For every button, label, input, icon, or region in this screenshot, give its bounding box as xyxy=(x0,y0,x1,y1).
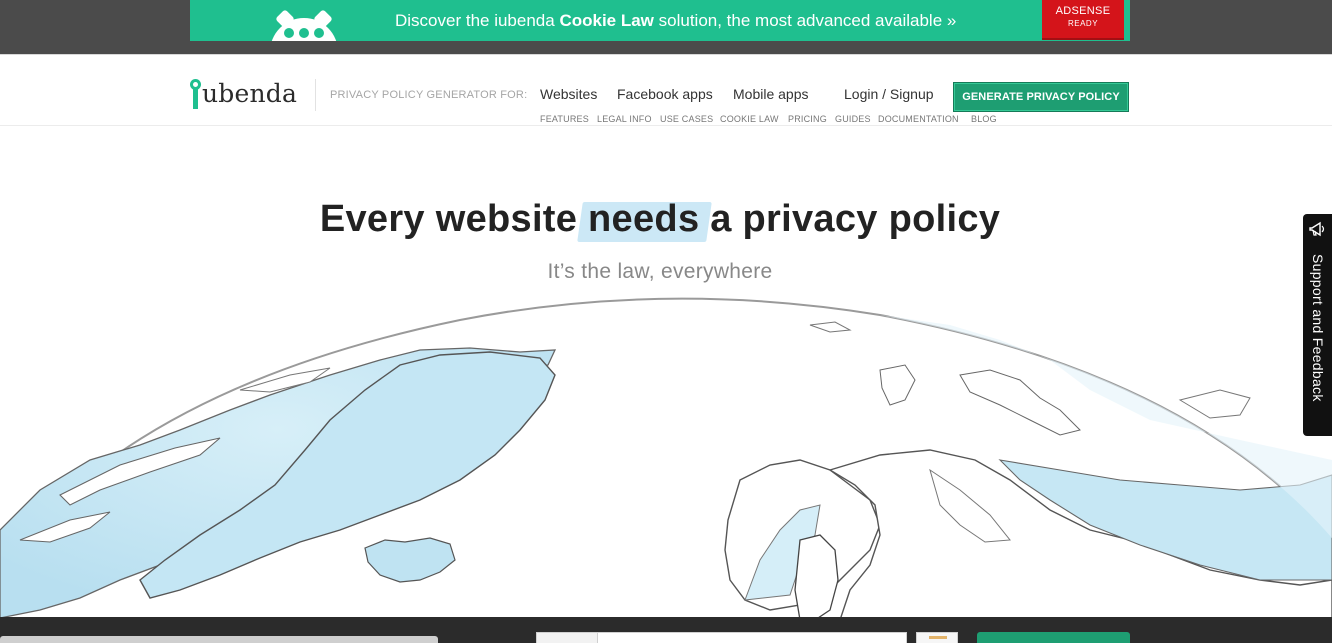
hero-title-before: Every website xyxy=(319,198,589,240)
logo-text: ubenda xyxy=(202,79,298,108)
hero-title: Every website needs a privacy policy xyxy=(0,198,1320,241)
promo-bar-background: Discover the iubenda Cookie Law solution… xyxy=(0,0,1332,54)
subnav-blog[interactable]: BLOG xyxy=(971,114,997,124)
generator-label: PRIVACY POLICY GENERATOR FOR: xyxy=(330,89,528,101)
iubenda-logo[interactable]: ubenda xyxy=(190,75,297,109)
bottom-bar xyxy=(0,617,1332,643)
subnav-use-cases[interactable]: USE CASES xyxy=(660,114,713,124)
subnav-pricing[interactable]: PRICING xyxy=(788,114,827,124)
promo-text-before: Discover the iubenda xyxy=(395,11,560,30)
subnav-features[interactable]: FEATURES xyxy=(540,114,589,124)
megaphone-icon xyxy=(1309,221,1325,237)
adsense-ready-badge: ADSENSE READY xyxy=(1042,0,1124,38)
bottom-submit-button[interactable] xyxy=(977,632,1130,643)
support-feedback-label: Support and Feedback xyxy=(1310,254,1326,402)
nav-websites[interactable]: Websites xyxy=(540,86,597,102)
subnav-documentation[interactable]: DOCUMENTATION xyxy=(878,114,959,124)
header-divider xyxy=(315,79,316,111)
bottom-input-prefix xyxy=(536,632,598,643)
nav-mobile-apps[interactable]: Mobile apps xyxy=(733,86,809,102)
badge-line-2: READY xyxy=(1067,19,1099,28)
bottom-action-button[interactable] xyxy=(916,632,958,643)
key-icon xyxy=(190,79,201,109)
generate-privacy-policy-button[interactable]: GENERATE PRIVACY POLICY xyxy=(953,82,1129,112)
subnav-legal-info[interactable]: LEGAL INFO xyxy=(597,114,652,124)
login-signup-link[interactable]: Login / Signup xyxy=(844,86,934,102)
subnav-guides[interactable]: GUIDES xyxy=(835,114,871,124)
mascot-icon xyxy=(270,9,338,41)
subnav-cookie-law[interactable]: COOKIE LAW xyxy=(720,114,779,124)
promo-text-after: solution, the most advanced available » xyxy=(653,11,957,30)
badge-line-1: ADSENSE xyxy=(1055,5,1111,17)
bottom-url-input[interactable] xyxy=(597,632,907,643)
hero-title-after: a privacy policy xyxy=(699,198,1001,240)
site-header: ubenda PRIVACY POLICY GENERATOR FOR: Web… xyxy=(0,54,1332,126)
promo-text[interactable]: Discover the iubenda Cookie Law solution… xyxy=(395,11,956,31)
support-feedback-tab[interactable]: Support and Feedback xyxy=(1303,214,1332,436)
nav-facebook-apps[interactable]: Facebook apps xyxy=(617,86,713,102)
promo-banner[interactable]: Discover the iubenda Cookie Law solution… xyxy=(190,0,1130,41)
promo-text-bold: Cookie Law xyxy=(559,11,654,30)
iceland xyxy=(364,537,456,583)
globe-illustration xyxy=(0,297,1332,620)
bottom-scrollbar[interactable] xyxy=(0,636,438,643)
hero-title-highlight: needs xyxy=(588,198,700,240)
